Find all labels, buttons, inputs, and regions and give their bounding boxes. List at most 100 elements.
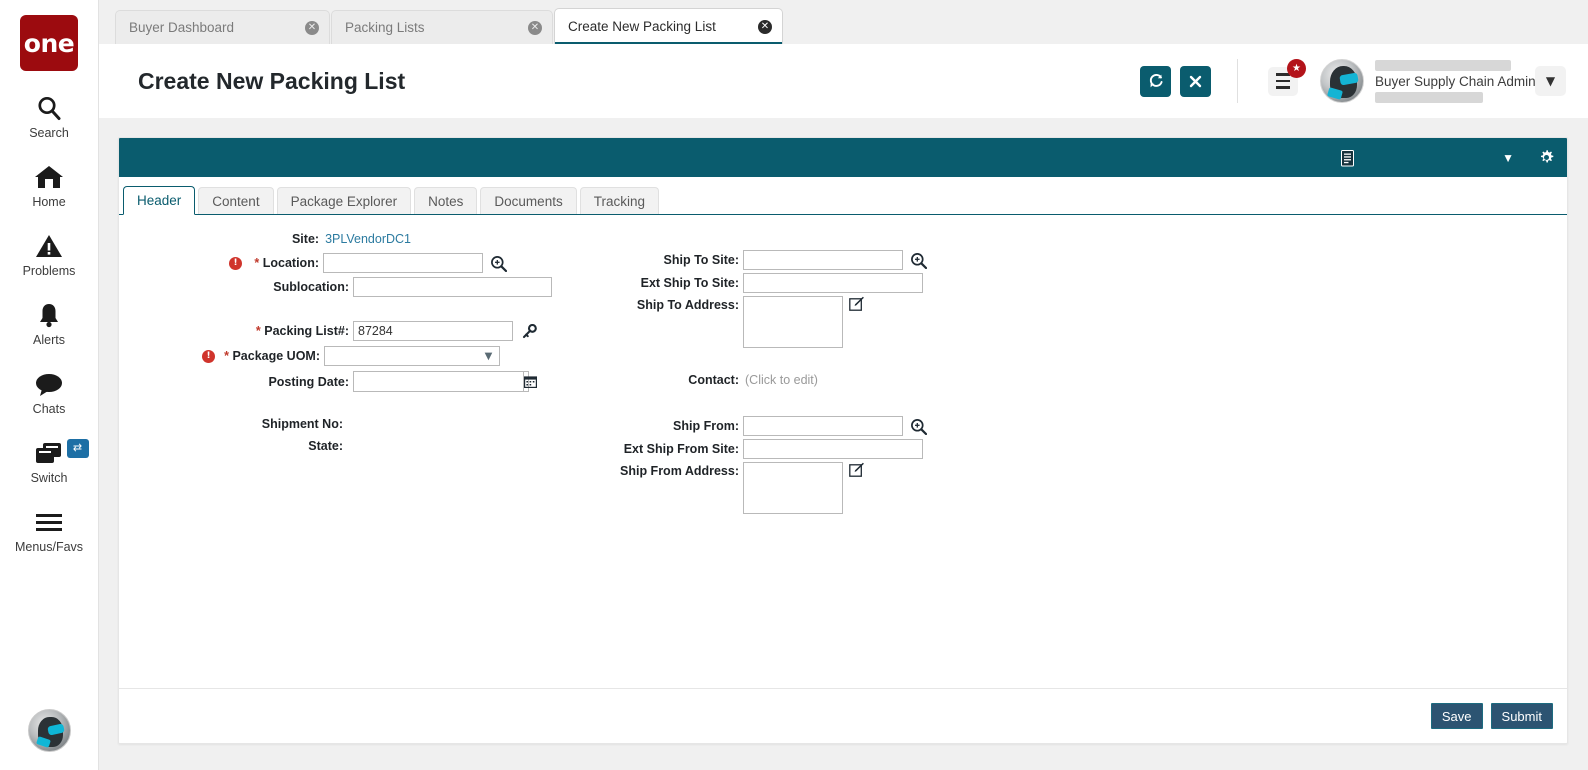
refresh-icon [1148,73,1164,89]
field-ext-ship-to-site: Ext Ship To Site: [619,273,923,293]
site-value[interactable]: 3PLVendorDC1 [325,232,411,246]
error-icon: ! [202,350,215,363]
sidebar-label-alerts: Alerts [33,333,65,347]
tab-package-explorer[interactable]: Package Explorer [277,187,412,214]
page-title: Create New Packing List [138,68,405,95]
submit-button[interactable]: Submit [1491,703,1553,729]
sidebar-label-problems: Problems [23,264,76,278]
tab-header[interactable]: Header [123,186,195,215]
browser-tab-packing-lists[interactable]: Packing Lists ✕ [331,10,553,44]
form-footer: Save Submit [119,688,1567,743]
browser-tab-label: Create New Packing List [568,19,716,34]
sublocation-input[interactable] [353,277,552,297]
avatar-bottom[interactable] [28,709,71,752]
sidebar-item-alerts[interactable]: Alerts [0,299,99,347]
field-ext-ship-from-site: Ext Ship From Site: [619,439,923,459]
header-divider [1237,59,1238,103]
shipment-no-label: Shipment No: [262,417,343,431]
sublocation-label: Sublocation: [119,280,349,294]
contact-value[interactable]: (Click to edit) [745,373,818,387]
user-role-label: Buyer Supply Chain Admin [1375,74,1536,89]
tab-label: Header [137,193,181,208]
sidebar-item-switch[interactable]: ⇄ Switch [0,437,99,485]
favorites-star-badge[interactable]: ★ [1287,59,1306,78]
packing-list-input[interactable] [353,321,513,341]
calendar-icon[interactable] [523,372,537,391]
search-icon [36,92,62,124]
user-info-block: Buyer Supply Chain Admin [1375,60,1521,103]
home-icon [34,161,64,193]
redacted-bar-bottom [1375,92,1483,103]
user-menu-chevron-down-icon[interactable]: ▼ [1535,66,1566,96]
close-icon[interactable]: ✕ [528,21,542,35]
app-logo[interactable]: one [20,15,78,71]
content-card: ▼ Header Content Package Explorer Notes … [118,137,1568,744]
ship-to-address-label: Ship To Address: [619,296,739,312]
field-location: ! * Location: [119,253,507,273]
tab-label: Documents [494,194,562,209]
browser-tab-create-new-packing-list[interactable]: Create New Packing List ✕ [554,8,783,44]
browser-tab-strip: Buyer Dashboard ✕ Packing Lists ✕ Create… [99,0,1588,44]
ship-from-address-label: Ship From Address: [619,462,739,478]
sidebar-item-chats[interactable]: Chats [0,368,99,416]
document-clipboard-icon[interactable] [1341,149,1356,167]
sidebar-label-menus-favs: Menus/Favs [15,540,83,554]
ext-ship-to-site-input[interactable] [743,273,923,293]
ship-from-address-edit-icon[interactable] [849,462,864,477]
close-icon[interactable]: ✕ [305,21,319,35]
packing-list-label: * Packing List#: [119,324,349,338]
field-posting-date: Posting Date: [119,371,529,392]
swap-arrows-icon[interactable]: ⇄ [67,439,89,458]
field-ship-from: Ship From: [619,416,927,436]
refresh-button[interactable] [1140,66,1171,97]
field-contact[interactable]: Contact: (Click to edit) [619,373,818,387]
ship-to-site-label: Ship To Site: [619,253,739,267]
tab-documents[interactable]: Documents [480,187,576,214]
browser-tab-buyer-dashboard[interactable]: Buyer Dashboard ✕ [115,10,330,44]
tab-content[interactable]: Content [198,187,273,214]
field-state: State: [119,439,349,453]
location-input[interactable] [323,253,483,273]
ship-to-site-input[interactable] [743,250,903,270]
sidebar-label-search: Search [29,126,69,140]
quick-menu-button[interactable]: ★ [1268,67,1298,96]
chevron-down-icon: ▼ [481,348,496,365]
close-icon [1189,75,1202,88]
posting-date-input[interactable] [354,372,523,391]
field-ship-to-address: Ship To Address: [619,296,864,348]
tab-tracking[interactable]: Tracking [580,187,659,214]
sidebar-item-search[interactable]: Search [0,92,99,140]
chat-bubble-icon [34,368,64,400]
ship-to-address-textarea[interactable] [743,296,843,348]
package-uom-select[interactable]: ▼ [324,346,500,366]
ship-from-address-textarea[interactable] [743,462,843,514]
ext-ship-from-site-input[interactable] [743,439,923,459]
posting-date-label: Posting Date: [119,375,349,389]
toolbar-chevron-down-icon[interactable]: ▼ [1502,151,1514,165]
avatar[interactable] [1320,59,1364,103]
browser-tab-label: Buyer Dashboard [129,20,234,35]
sidebar-item-menus-favs[interactable]: Menus/Favs [0,506,99,554]
contact-label: Contact: [619,373,739,387]
ship-from-input[interactable] [743,416,903,436]
close-panel-button[interactable] [1180,66,1211,97]
main-area: Buyer Dashboard ✕ Packing Lists ✕ Create… [99,0,1588,770]
gear-icon[interactable] [1538,149,1555,166]
ship-from-search-icon[interactable] [910,418,927,435]
close-icon[interactable]: ✕ [758,20,772,34]
sidebar-item-home[interactable]: Home [0,161,99,209]
object-tab-bar: Header Content Package Explorer Notes Do… [119,185,1567,215]
ship-from-label: Ship From: [619,419,739,433]
tab-label: Tracking [594,194,645,209]
field-ship-to-site: Ship To Site: [619,250,927,270]
ship-to-address-edit-icon[interactable] [849,296,864,311]
site-label: Site: [292,232,319,246]
location-label: * Location: [249,256,319,270]
save-button[interactable]: Save [1431,703,1483,729]
sidebar-item-problems[interactable]: Problems [0,230,99,278]
ship-to-site-search-icon[interactable] [910,252,927,269]
tab-notes[interactable]: Notes [414,187,477,214]
location-search-icon[interactable] [490,255,507,272]
key-icon[interactable] [522,324,537,339]
browser-tab-label: Packing Lists [345,20,425,35]
